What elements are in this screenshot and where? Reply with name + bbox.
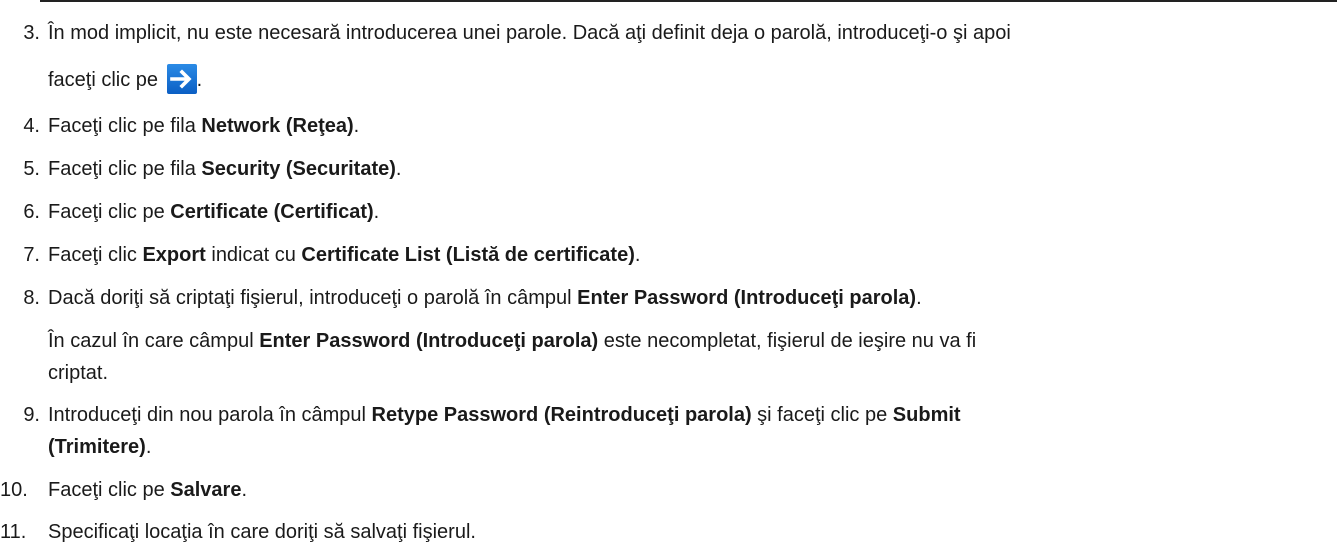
step-text-prefix: Faceţi clic pe [48, 479, 171, 501]
step-note: În cazul în care câmpul Enter Password (… [48, 330, 976, 353]
note-prefix: În cazul în care câmpul [48, 330, 260, 352]
ui-label: Export [142, 244, 206, 266]
step-text-prefix: Dacă doriţi să criptaţi fişierul, introd… [48, 287, 578, 309]
step-text: Faceţi clic pe fila Network (Reţea). [48, 115, 359, 138]
ui-label: Certificate (Certificat) [170, 201, 374, 223]
step-text-middle: indicat cu [205, 244, 302, 266]
step-text-suffix: . [196, 69, 203, 91]
ui-label: Submit [892, 404, 961, 426]
step-text-continued: faceţi clic pe . [48, 64, 202, 94]
step-text: Faceţi clic pe Salvare. [48, 479, 247, 502]
step-text-prefix: Faceţi clic pe fila [48, 115, 202, 137]
step-text: Introduceţi din nou parola în câmpul Ret… [48, 404, 961, 427]
step-text-suffix: . [916, 287, 922, 309]
step-text-suffix: . [373, 201, 380, 223]
step-number: 5. [23, 158, 40, 180]
step-text: În mod implicit, nu este necesară introd… [48, 22, 1011, 44]
ui-label: Salvare [170, 479, 242, 501]
step-text-suffix: . [145, 436, 152, 458]
step-text-prefix: faceţi clic pe [48, 69, 159, 91]
ui-label: Certificate List (Listă de certificate) [301, 244, 635, 266]
step-text-suffix: . [241, 479, 247, 501]
step-text: Dacă doriţi să criptaţi fişierul, introd… [48, 287, 922, 310]
ui-label: Enter Password (Introduceţi parola) [259, 330, 599, 352]
ui-label: (Trimitere) [48, 436, 146, 458]
step-number: 11. [0, 521, 27, 543]
step-number: 10. [0, 479, 28, 501]
step-text: Faceţi clic pe Certificate (Certificat). [48, 201, 379, 224]
step-number: 8. [23, 287, 40, 309]
step-text: Faceţi clic pe fila Security (Securitate… [48, 158, 401, 181]
step-number: 3. [23, 22, 40, 44]
step-text-prefix: Faceţi clic [48, 244, 143, 266]
ui-label: Network (Reţea) [201, 115, 354, 137]
step-number: 9. [23, 404, 40, 426]
step-text: Specificaţi locaţia în care doriţi să sa… [48, 521, 476, 543]
right-arrow-icon[interactable] [166, 64, 197, 94]
step-text-prefix: Faceţi clic pe fila [48, 158, 202, 180]
step-text-middle: şi faceţi clic pe [751, 404, 893, 426]
step-number: 7. [23, 244, 40, 266]
step-text-suffix: . [353, 115, 360, 137]
ui-label: Enter Password (Introduceţi parola) [577, 287, 917, 309]
step-text-suffix: . [634, 244, 641, 266]
step-text-suffix: . [395, 158, 402, 180]
ui-label: Security (Securitate) [201, 158, 396, 180]
step-number: 4. [23, 115, 40, 137]
step-text-continued: (Trimitere). [48, 436, 151, 459]
step-text-prefix: Introduceţi din nou parola în câmpul [48, 404, 372, 426]
step-note-continued: criptat. [48, 362, 109, 384]
step-text: Faceţi clic Export indicat cu Certificat… [48, 244, 640, 267]
top-rule [40, 0, 1337, 2]
right-arrow-glyph [169, 69, 192, 89]
step-text-prefix: Faceţi clic pe [48, 201, 171, 223]
ui-label: Retype Password (Reintroduceţi parola) [371, 404, 752, 426]
step-number: 6. [23, 201, 40, 223]
note-suffix: este necompletat, fişierul de ieşire nu … [598, 330, 977, 352]
